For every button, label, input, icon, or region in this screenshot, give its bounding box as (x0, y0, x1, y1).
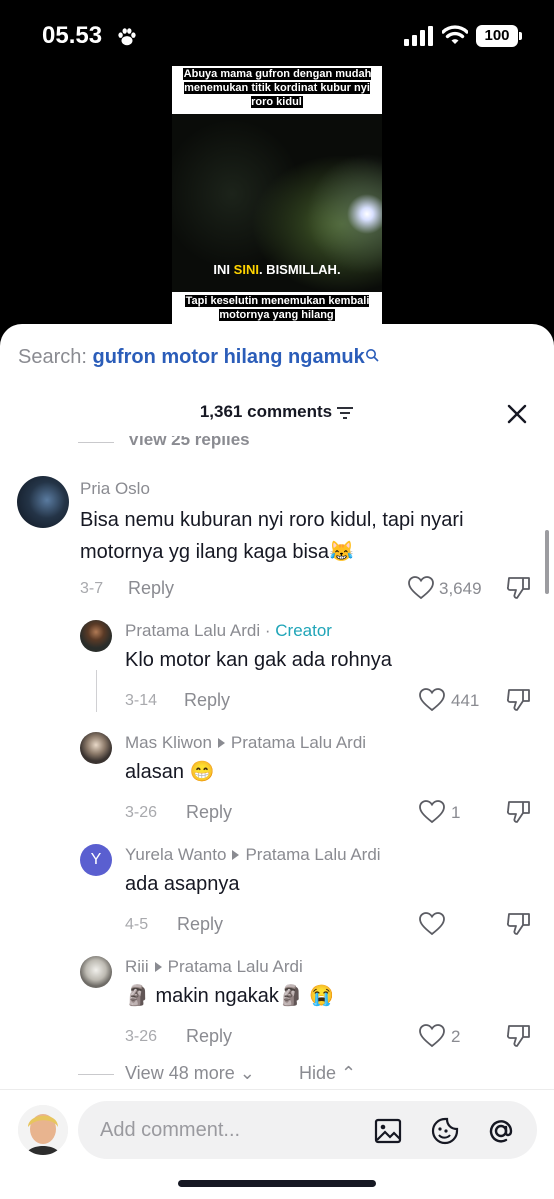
thread-line (96, 670, 97, 712)
like-count: 441 (451, 691, 480, 710)
sort-icon[interactable] (336, 406, 354, 420)
reply-button[interactable]: Reply (128, 578, 174, 599)
avatar[interactable] (17, 476, 69, 528)
dislike-icon[interactable] (506, 687, 532, 713)
comment-date: 3-26 (125, 1028, 158, 1045)
search-label: Search: (18, 346, 87, 368)
reply-button[interactable]: Reply (186, 1026, 232, 1047)
dislike-icon[interactable] (506, 911, 532, 937)
view-more-button[interactable]: View 48 more ⌄ (125, 1063, 255, 1084)
dislike-icon[interactable] (506, 1023, 532, 1049)
replies-controls: View 48 more ⌄ Hide ⌃ (78, 1062, 478, 1086)
signal-icon (404, 26, 433, 46)
comments-count[interactable]: 1,361 comments (0, 402, 554, 422)
sticker-icon[interactable] (430, 1116, 460, 1146)
view-replies-partial[interactable]: View 25 replies (78, 436, 378, 452)
avatar[interactable] (80, 956, 112, 988)
comment-date: 3-14 (125, 692, 158, 709)
divider-line (78, 1074, 114, 1075)
reply-button[interactable]: Reply (177, 914, 223, 935)
battery-icon: 100 (476, 25, 522, 47)
chevron-down-icon: ⌄ (239, 1063, 255, 1083)
hide-button[interactable]: Hide ⌃ (299, 1063, 356, 1084)
scrollbar[interactable] (545, 530, 549, 594)
video-caption-top: Abuya mama gufron dengan mudah menemukan… (172, 66, 382, 114)
mention-icon[interactable] (486, 1116, 516, 1146)
video-subtitle: INI SINI. BISMILLAH. (213, 262, 341, 277)
reply-arrow-icon (154, 962, 162, 973)
heart-icon[interactable] (419, 912, 445, 936)
search-query[interactable]: gufron motor hilang ngamuk (93, 346, 365, 368)
comment-text: alasan 😁 (125, 761, 215, 783)
dislike-icon[interactable] (506, 799, 532, 825)
heart-icon[interactable] (408, 576, 434, 600)
comment-date: 4-5 (125, 916, 149, 933)
close-icon[interactable] (503, 400, 531, 428)
comment-text: Bisa nemu kuburan nyi roro kidul, tapi n… (80, 509, 464, 563)
comments-sheet: Search: gufron motor hilang ngamuk 1,361… (0, 324, 554, 1199)
creator-badge: Creator (275, 621, 332, 640)
comment-text: ada asapnya (125, 873, 240, 895)
chevron-up-icon: ⌃ (341, 1063, 357, 1083)
video-preview[interactable]: Abuya mama gufron dengan mudah menemukan… (172, 66, 382, 336)
comment-input[interactable] (100, 1115, 360, 1145)
comment-author[interactable]: Mas Kliwon Pratama Lalu Ardi (125, 733, 366, 753)
reply-button[interactable]: Reply (184, 690, 230, 711)
comment-author[interactable]: Riii Pratama Lalu Ardi (125, 957, 303, 977)
search-icon (365, 349, 379, 362)
like-count: 3,649 (439, 579, 482, 598)
comment-date: 3-26 (125, 804, 158, 821)
comment-date: 3-7 (80, 580, 104, 597)
like-count: 2 (451, 1027, 461, 1046)
paw-icon (118, 28, 136, 46)
image-icon[interactable] (373, 1116, 403, 1146)
heart-icon[interactable] (419, 800, 445, 824)
reply-arrow-icon (217, 738, 225, 749)
comment-input-wrapper[interactable] (78, 1101, 537, 1159)
comment-author[interactable]: Yurela Wanto Pratama Lalu Ardi (125, 845, 381, 865)
status-time: 05.53 (42, 22, 103, 49)
avatar[interactable]: Y (80, 844, 112, 876)
reply-arrow-icon (232, 850, 240, 861)
user-avatar-image (18, 1105, 68, 1155)
heart-icon[interactable] (419, 688, 445, 712)
divider-line (78, 442, 114, 443)
avatar[interactable] (80, 620, 112, 652)
user-avatar[interactable] (18, 1105, 68, 1155)
avatar[interactable] (80, 732, 112, 764)
comment-text: Klo motor kan gak ada rohnya (125, 649, 392, 671)
like-count: 1 (451, 803, 461, 822)
heart-icon[interactable] (419, 1024, 445, 1048)
comment-author[interactable]: Pratama Lalu Ardi · Creator (125, 621, 332, 641)
wifi-icon (442, 25, 468, 44)
status-bar: 05.53 100 (0, 0, 554, 70)
comment-text: 🗿 makin ngakak🗿 😭 (125, 985, 335, 1007)
search-suggestion[interactable]: Search: gufron motor hilang ngamuk (18, 346, 379, 369)
reply-button[interactable]: Reply (186, 802, 232, 823)
comment-author[interactable]: Pria Oslo (80, 479, 150, 499)
home-indicator (178, 1180, 376, 1187)
dislike-icon[interactable] (506, 575, 532, 601)
